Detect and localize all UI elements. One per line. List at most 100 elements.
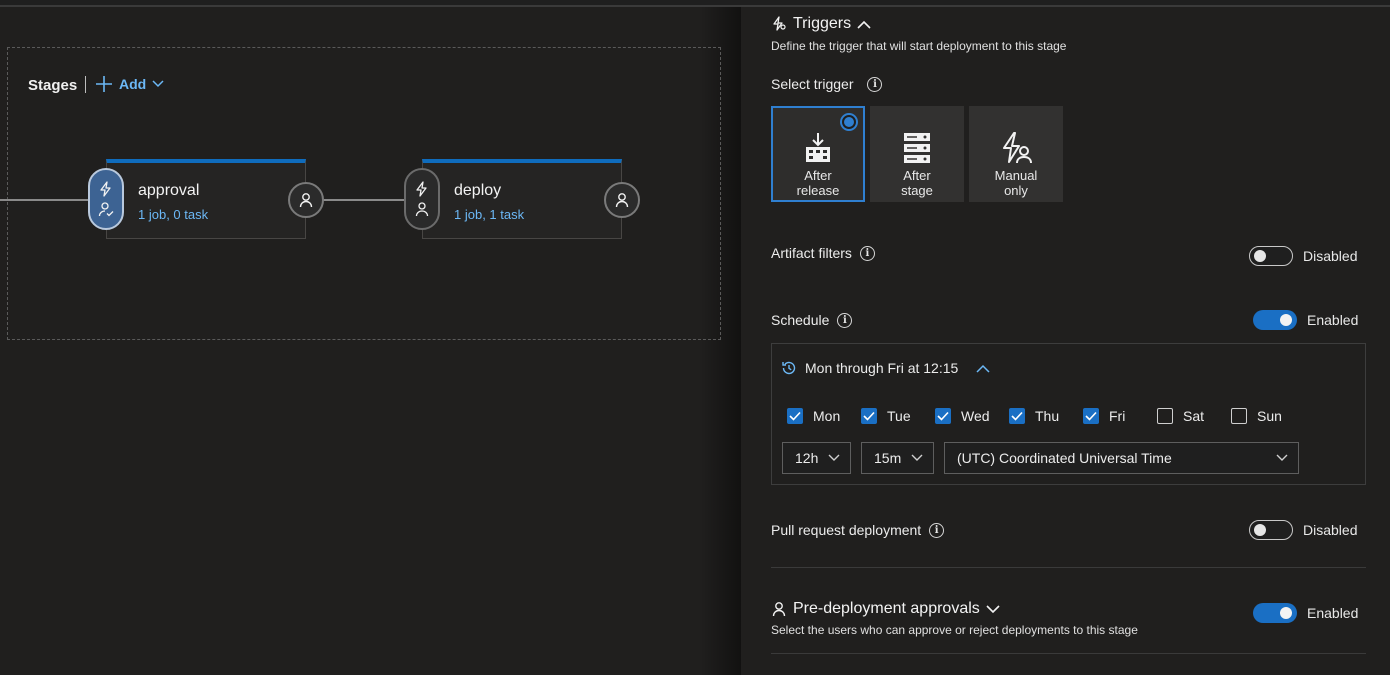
- day-checkbox-sat[interactable]: Sat: [1157, 408, 1204, 424]
- approvals-toggle[interactable]: [1253, 603, 1297, 623]
- approvals-toggle-group: Enabled: [1253, 603, 1358, 623]
- stage-card-deploy[interactable]: deploy 1 job, 1 task: [422, 159, 622, 239]
- stage-name: deploy: [454, 182, 502, 199]
- chevron-up-icon: [976, 364, 990, 373]
- lightning-icon: [100, 181, 111, 197]
- stage-name: approval: [138, 182, 200, 199]
- trigger-label-line1: Manual: [994, 168, 1038, 183]
- day-checkbox-mon[interactable]: Mon: [787, 408, 840, 424]
- day-label: Mon: [813, 408, 841, 424]
- stage-connector: [322, 199, 406, 201]
- section-divider: [771, 567, 1366, 568]
- chevron-down-icon: [911, 454, 923, 461]
- pull-request-state: Disabled: [1303, 522, 1358, 538]
- info-icon[interactable]: i: [837, 312, 853, 328]
- timezone-value: (UTC) Coordinated Universal Time: [957, 450, 1172, 466]
- trigger-label-line1: After: [804, 168, 832, 183]
- lightning-icon: [416, 181, 427, 197]
- checkbox-checked: [1009, 408, 1025, 424]
- chevron-down-icon: [1276, 454, 1288, 461]
- approvals-description: Select the users who can approve or reje…: [771, 623, 1138, 637]
- add-label: Add: [119, 76, 147, 92]
- stage-summary-link[interactable]: 1 job, 1 task: [454, 207, 524, 222]
- manual-trigger-icon: [1003, 132, 1032, 164]
- schedule-summary-row[interactable]: Mon through Fri at 12:15: [781, 360, 990, 376]
- trigger-label-line2: only: [1004, 183, 1028, 198]
- chevron-up-icon: [857, 20, 871, 29]
- minute-value: 15m: [874, 450, 902, 466]
- trigger-after-release[interactable]: After release: [771, 106, 865, 202]
- checkmark-icon: [937, 411, 949, 421]
- schedule-row: Schedule i: [771, 312, 853, 328]
- stage-card-approval[interactable]: approval 1 job, 0 task: [106, 159, 306, 239]
- triggers-header[interactable]: Triggers: [771, 15, 871, 33]
- pull-request-toggle[interactable]: [1249, 520, 1293, 540]
- day-checkbox-thu[interactable]: Thu: [1009, 408, 1059, 424]
- timezone-dropdown[interactable]: (UTC) Coordinated Universal Time: [944, 442, 1299, 474]
- artifact-filters-label: Artifact filters: [771, 245, 852, 261]
- info-icon[interactable]: i: [929, 522, 945, 538]
- trigger-after-stage[interactable]: After stage: [870, 106, 964, 202]
- select-trigger-label: Select trigger: [771, 76, 854, 92]
- day-label: Sun: [1257, 408, 1282, 424]
- minute-dropdown[interactable]: 15m: [861, 442, 934, 474]
- artifact-filters-state: Disabled: [1303, 248, 1358, 264]
- section-divider: [771, 653, 1366, 654]
- user-icon: [299, 193, 313, 208]
- chevron-down-icon: [828, 454, 840, 461]
- checkmark-icon: [863, 411, 875, 421]
- schedule-toggle[interactable]: [1253, 310, 1297, 330]
- day-checkbox-wed[interactable]: Wed: [935, 408, 990, 424]
- info-icon[interactable]: i: [867, 76, 883, 92]
- pull-request-label: Pull request deployment: [771, 522, 922, 538]
- checkbox-unchecked: [1157, 408, 1173, 424]
- post-deployment-conditions-deploy[interactable]: [604, 182, 640, 218]
- trigger-label-line1: After: [903, 168, 931, 183]
- release-icon: [806, 133, 830, 162]
- checkmark-icon: [1085, 411, 1097, 421]
- trigger-icon: [773, 16, 786, 31]
- day-checkbox-fri[interactable]: Fri: [1083, 408, 1125, 424]
- artifact-filters-row: Artifact filters i: [771, 245, 875, 261]
- server-stack-icon: [904, 133, 930, 163]
- approvals-header[interactable]: Pre-deployment approvals: [771, 600, 1000, 618]
- checkmark-icon: [1011, 411, 1023, 421]
- hour-dropdown[interactable]: 12h: [782, 442, 851, 474]
- select-trigger-row: Select trigger i: [771, 76, 883, 92]
- user-icon: [615, 193, 629, 208]
- schedule-summary: Mon through Fri at 12:15: [805, 360, 959, 376]
- pre-deployment-conditions-approval[interactable]: [88, 168, 124, 230]
- plus-icon: [96, 76, 112, 92]
- checkbox-checked: [787, 408, 803, 424]
- trigger-manual-only[interactable]: Manual only: [969, 106, 1063, 202]
- add-stage-button[interactable]: Add: [95, 74, 164, 94]
- triggers-description: Define the trigger that will start deplo…: [771, 39, 1067, 53]
- checkbox-checked: [861, 408, 877, 424]
- schedule-label: Schedule: [771, 312, 830, 328]
- user-icon: [772, 602, 786, 617]
- day-label: Fri: [1109, 408, 1126, 424]
- info-icon[interactable]: i: [859, 245, 875, 261]
- trigger-label-line2: release: [796, 183, 840, 198]
- stage-summary-link[interactable]: 1 job, 0 task: [138, 207, 208, 222]
- pre-deployment-conditions-deploy[interactable]: [404, 168, 440, 230]
- hour-value: 12h: [795, 450, 819, 466]
- selected-radio-icon: [840, 113, 858, 131]
- history-clock-icon: [782, 361, 796, 375]
- artifact-connector: [0, 199, 90, 201]
- day-label: Tue: [887, 408, 911, 424]
- day-label: Thu: [1035, 408, 1060, 424]
- trigger-label-line2: stage: [901, 183, 933, 198]
- pull-request-row: Pull request deployment i: [771, 522, 945, 538]
- chevron-down-icon: [986, 604, 1000, 613]
- checkbox-unchecked: [1231, 408, 1247, 424]
- checkbox-checked: [935, 408, 951, 424]
- post-deployment-conditions-approval[interactable]: [288, 182, 324, 218]
- day-checkbox-tue[interactable]: Tue: [861, 408, 911, 424]
- stages-title: Stages: [28, 77, 78, 94]
- artifact-filters-toggle[interactable]: [1249, 246, 1293, 266]
- chevron-down-icon: [152, 80, 164, 88]
- day-checkbox-sun[interactable]: Sun: [1231, 408, 1282, 424]
- user-check-icon: [98, 202, 114, 217]
- user-icon: [415, 202, 429, 217]
